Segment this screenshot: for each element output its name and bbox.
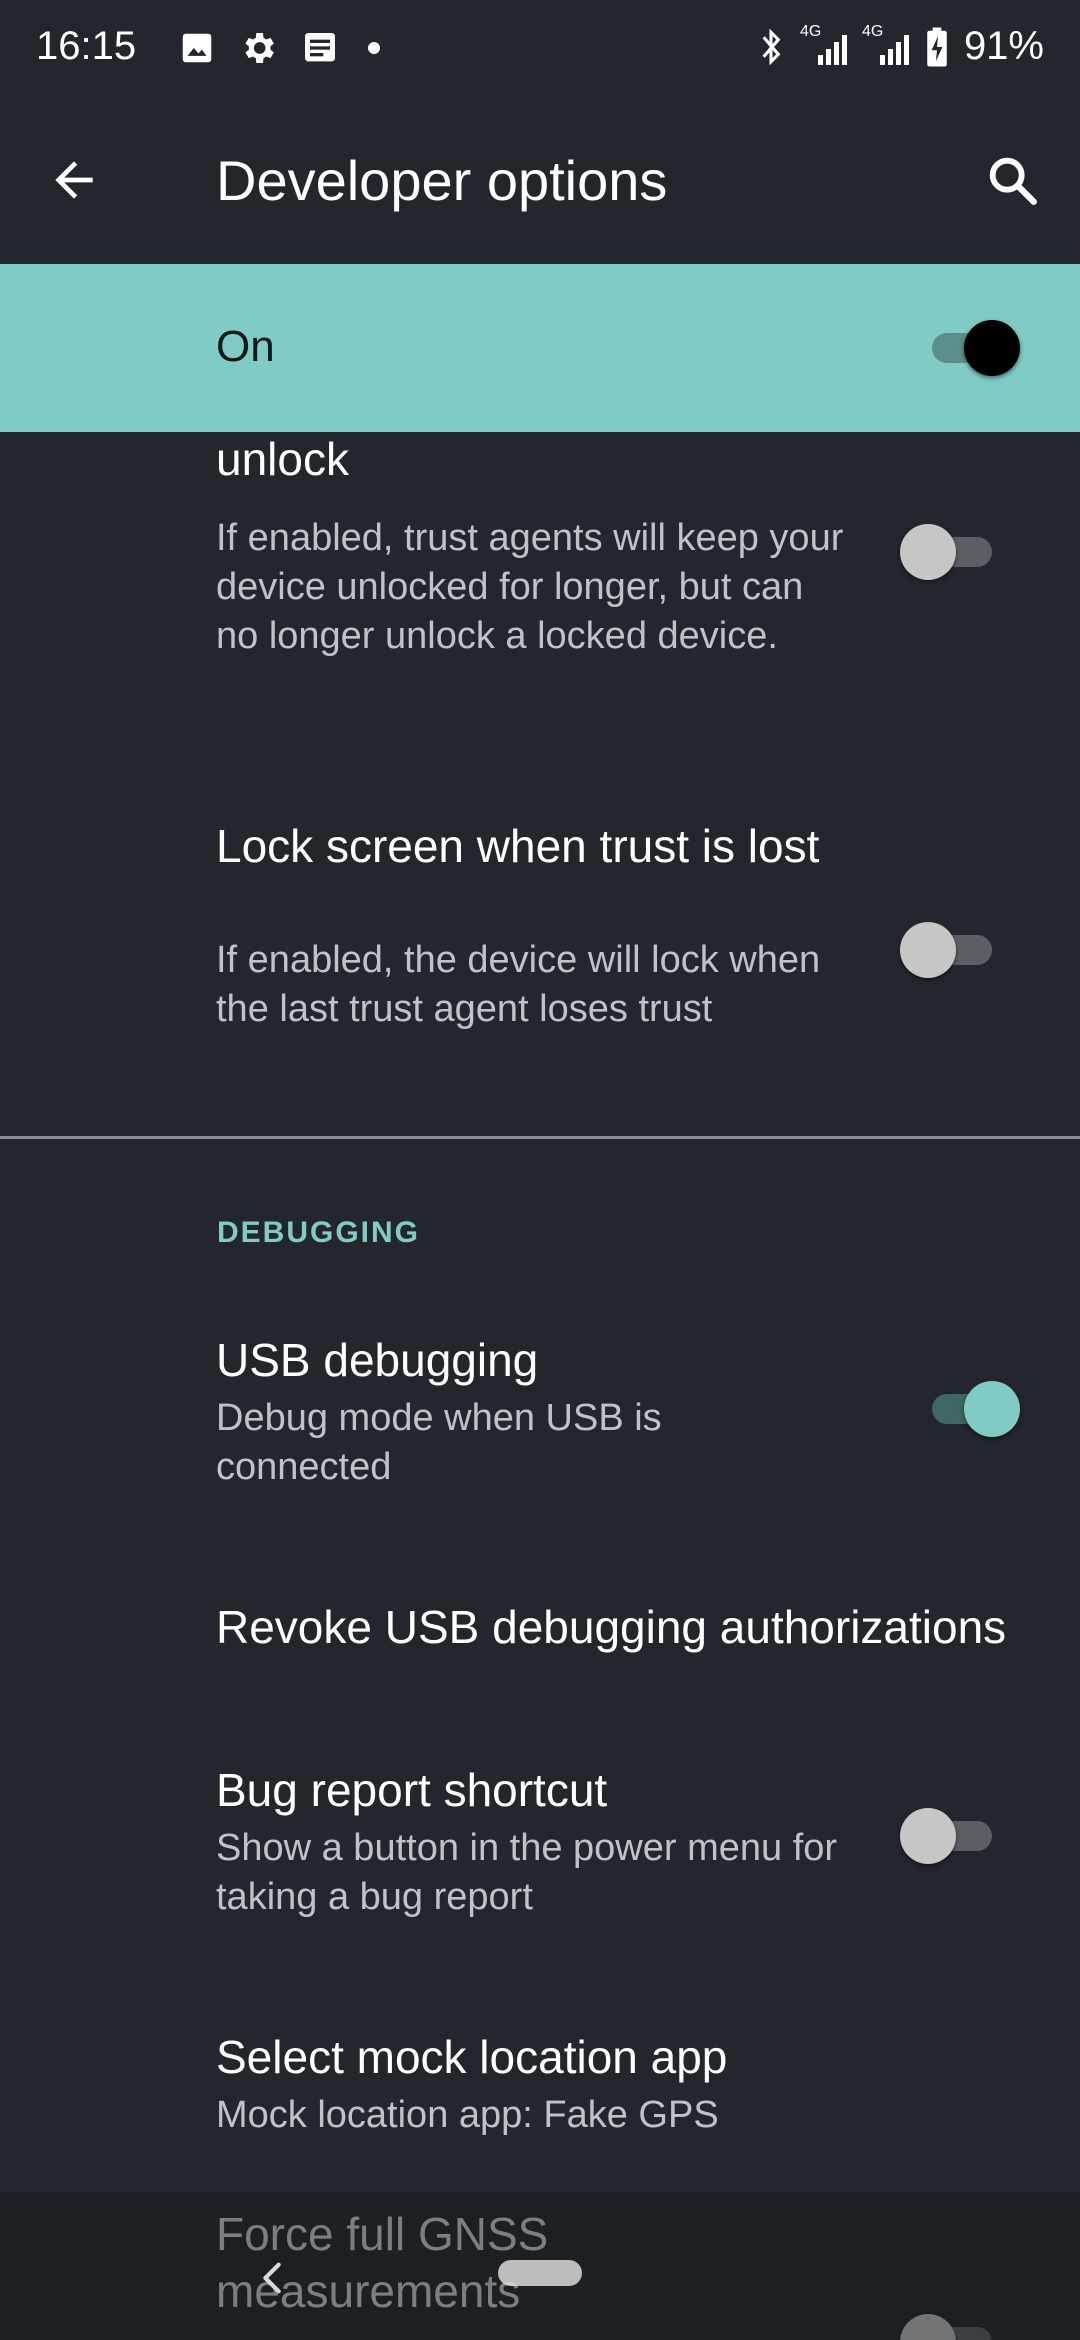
pref-summary: Show a button in the power menu for taki… [216,1827,838,1918]
system-icons: 4G 4G 91% [756,23,1044,69]
dot-icon [368,42,380,54]
back-button[interactable] [34,140,114,220]
switch-thumb [964,320,1020,376]
pref-title: USB debugging [216,1334,539,1386]
switch-thumb [900,1808,956,1864]
master-switch[interactable] [924,320,1020,376]
switch-thumb [964,1381,1020,1437]
nav-back-icon[interactable] [252,2258,292,2298]
lock-screen-trust-lost-switch[interactable] [900,922,996,978]
page-title: Developer options [216,149,668,212]
pref-summary: Debug mode when USB is connected [216,1397,662,1488]
pref-title: Select mock location app [216,2031,728,2083]
pref-title: Bug report shortcut [216,1764,608,1816]
pref-title: Trust agents only extend unlock [216,433,349,485]
trust-agents-extend-unlock-switch[interactable] [900,524,996,580]
battery-charging-icon [927,27,947,66]
pref-summary: If enabled, trust agents will keep your … [216,517,844,657]
switch-thumb [900,2314,956,2340]
signal-4g-icon: 4G [800,23,848,69]
app-bar: Developer options [0,96,1080,264]
section-header-debugging: DEBUGGING [217,1216,421,1249]
status-bar: 16:15 4G 4G 91% [0,0,1080,96]
settings-list[interactable]: Trust agents only extend unlock If enabl… [0,432,1080,2192]
pref-summary: Mock location app: Fake GPS [216,2094,719,2136]
usb-debugging-switch[interactable] [924,1381,1020,1437]
arrow-back-icon [55,161,93,199]
status-time: 16:15 [36,24,137,68]
master-switch-bar[interactable]: On [0,264,1080,432]
signal-4g-icon: 4G [862,23,910,69]
pref-summary: If enabled, the device will lock when th… [216,939,821,1030]
switch-thumb [900,524,956,580]
force-gnss-switch[interactable] [900,2314,996,2340]
pref-title: Lock screen when trust is lost [216,820,820,872]
battery-percentage: 91% [963,24,1044,68]
gear-icon [245,33,274,63]
message-icon [305,33,335,62]
home-pill[interactable] [498,2260,582,2286]
search-button[interactable] [972,140,1052,220]
image-icon [182,33,212,63]
bug-report-shortcut-switch[interactable] [900,1808,996,1864]
notification-icons [178,28,386,68]
bluetooth-icon [762,28,781,65]
navigation-bar: Force full GNSS measurements [0,2192,1080,2340]
master-switch-label: On [216,322,275,371]
section-divider [0,1136,1080,1139]
pref-title: Revoke USB debugging authorizations [216,1601,1007,1653]
search-icon [989,157,1037,205]
switch-thumb [900,922,956,978]
